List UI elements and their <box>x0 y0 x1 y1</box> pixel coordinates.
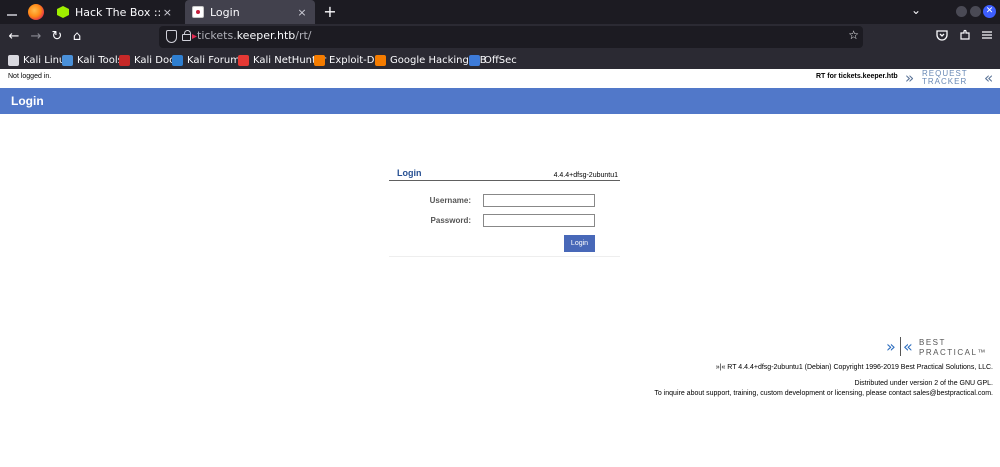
bookmark-kali-tools[interactable]: Kali Tools <box>62 53 123 67</box>
list-all-tabs-button[interactable]: ⌄ <box>907 3 925 21</box>
tab-close-button[interactable]: × <box>295 6 309 19</box>
url-text[interactable]: tickets.keeper.htb/rt/ <box>197 29 312 42</box>
tab-login[interactable]: Login × <box>185 0 315 24</box>
home-button[interactable]: ⌂ <box>68 28 86 46</box>
ghdb-icon <box>375 54 386 66</box>
bp-word-practical: PRACTICAL™ <box>919 348 987 357</box>
page-title-bar: Login <box>0 88 1000 114</box>
pocket-icon[interactable] <box>935 29 949 43</box>
login-title: Login <box>397 168 422 178</box>
password-input[interactable] <box>483 214 595 227</box>
footer-copyright: »|« RT 4.4.4+dfsg-2ubuntu1 (Debian) Copy… <box>715 364 993 371</box>
best-practical-logo[interactable]: » « BEST PRACTICAL™ <box>886 336 994 358</box>
logo-word-tracker: TRACKER <box>922 77 968 86</box>
new-tab-button[interactable]: + <box>320 2 340 22</box>
login-header: Login 4.4.4+dfsg-2ubuntu1 <box>389 168 620 181</box>
address-bar[interactable]: tickets.keeper.htb/rt/ ☆ <box>159 26 863 48</box>
offsec-icon <box>469 54 480 66</box>
bookmark-star-icon[interactable]: ☆ <box>848 28 859 42</box>
back-button[interactable]: ← <box>5 28 23 46</box>
tab-bar: Hack The Box :: Hack The × Login × + ⌄ ✕ <box>0 0 1000 24</box>
bp-word-best: BEST <box>919 338 946 347</box>
login-button[interactable]: Login <box>564 235 595 252</box>
bookmarks-toolbar: Kali Linux Kali Tools Kali Docs Kali Forums… <box>0 50 1000 69</box>
minimize-button[interactable] <box>956 6 967 17</box>
footer-contact: To inquire about support, training, cust… <box>654 390 993 397</box>
bookmark-offsec[interactable]: OffSec <box>469 53 517 67</box>
rt-instance-name: RT for tickets.keeper.htb <box>816 73 898 80</box>
hackthebox-icon <box>57 6 69 18</box>
bookmark-label: Kali Forums <box>187 54 246 66</box>
close-window-button[interactable]: ✕ <box>983 5 996 18</box>
username-input[interactable] <box>483 194 595 207</box>
exploit-db-icon <box>314 54 325 66</box>
bookmark-label: OffSec <box>484 54 517 66</box>
firefox-icon <box>28 4 44 20</box>
tab-label: Login <box>210 5 240 19</box>
maximize-button[interactable] <box>970 6 981 17</box>
rt-favicon-icon <box>192 6 204 18</box>
rt-version: 4.4.4+dfsg-2ubuntu1 <box>553 172 618 179</box>
login-form: Login 4.4.4+dfsg-2ubuntu1 Username: Pass… <box>389 168 620 257</box>
bookmark-kali-docs[interactable]: Kali Docs <box>119 53 180 67</box>
username-label: Username: <box>429 196 471 205</box>
tab-overview-icon[interactable] <box>0 0 23 24</box>
bookmark-kali-nethunter[interactable]: Kali NetHunter <box>238 53 326 67</box>
bp-chevron-left-icon: « <box>903 337 913 356</box>
tab-hack-the-box[interactable]: Hack The Box :: Hack The × <box>50 0 178 24</box>
rt-top-bar: Not logged in. RT for tickets.keeper.htb… <box>0 69 1000 88</box>
navigation-toolbar: ← → ↻ ⌂ tickets.keeper.htb/rt/ ☆ <box>0 24 1000 50</box>
bp-chevron-right-icon: » <box>886 337 896 356</box>
bookmark-kali-forums[interactable]: Kali Forums <box>172 53 245 67</box>
insecure-lock-icon[interactable] <box>182 30 191 41</box>
tab-label: Hack The Box :: Hack The <box>75 5 163 19</box>
logo-chevron-left-icon: « <box>984 69 994 87</box>
nethunter-icon <box>238 54 249 66</box>
bookmark-label: Exploit-DB <box>329 54 382 66</box>
extensions-icon[interactable] <box>958 29 972 43</box>
logo-chevron-right-icon: » <box>905 69 915 87</box>
login-status: Not logged in. <box>8 73 52 80</box>
bookmark-label: Kali Tools <box>77 54 123 66</box>
kali-docs-icon <box>119 54 130 66</box>
forward-button[interactable]: → <box>27 28 45 46</box>
kali-dragon-icon <box>8 54 19 66</box>
request-tracker-logo[interactable]: » REQUEST TRACKER « <box>905 70 997 87</box>
page-title: Login <box>11 94 44 108</box>
kali-forums-icon <box>172 54 183 66</box>
password-label: Password: <box>430 216 471 225</box>
menu-icon[interactable] <box>980 29 994 43</box>
kali-tools-icon <box>62 54 73 66</box>
tracking-protection-icon[interactable] <box>166 30 177 43</box>
footer-license: Distributed under version 2 of the GNU G… <box>854 380 993 387</box>
tab-close-button[interactable]: × <box>163 6 172 19</box>
reload-button[interactable]: ↻ <box>48 28 66 46</box>
bp-divider <box>900 337 901 356</box>
bookmark-exploit-db[interactable]: Exploit-DB <box>314 53 381 67</box>
